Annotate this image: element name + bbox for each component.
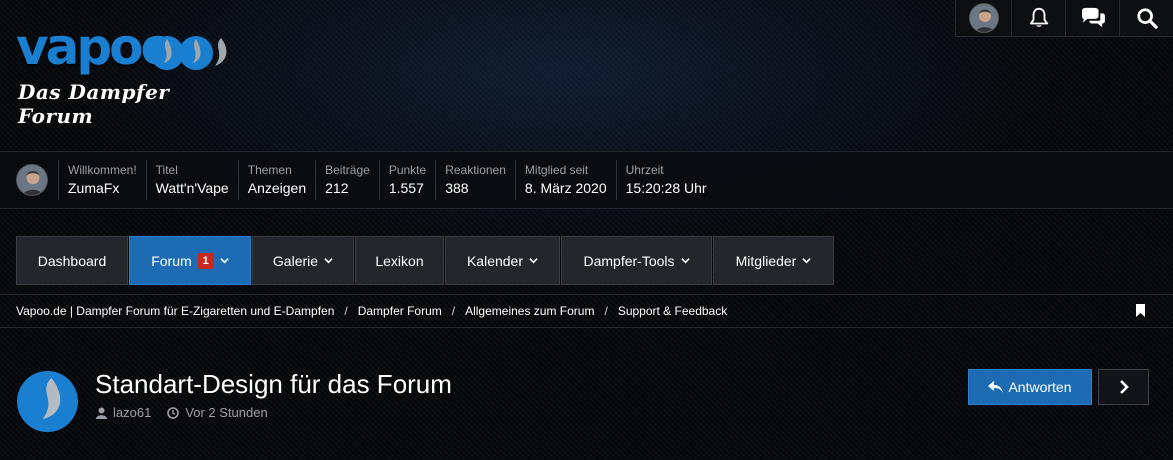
breadcrumb-item-dampfer-forum[interactable]: Dampfer Forum: [358, 304, 442, 318]
notification-badge: 1: [197, 252, 214, 269]
logo-tagline: Das Dampfer Forum: [18, 80, 170, 128]
avatar[interactable]: [16, 164, 48, 196]
nav-mitglieder[interactable]: Mitglieder: [713, 236, 834, 285]
site-logo[interactable]: vapoo Das Dampfer Forum: [16, 18, 227, 128]
breadcrumb-item-support[interactable]: Support & Feedback: [618, 304, 727, 318]
thread-title: Standart-Design für das Forum: [95, 369, 452, 399]
thread-meta: lazo61 Vor 2 Stunden: [96, 405, 284, 420]
reply-button[interactable]: Antworten: [968, 369, 1092, 405]
user-info-bar: Willkommen! ZumaFx Titel Watt'n'Vape The…: [0, 151, 1173, 209]
comments-icon: [1081, 7, 1105, 28]
nav-lexikon[interactable]: Lexikon: [355, 236, 444, 285]
userbar-reactions: Reaktionen 388: [435, 160, 515, 200]
thread-time: Vor 2 Stunden: [167, 405, 268, 420]
nav-dashboard[interactable]: Dashboard: [16, 236, 128, 285]
flame-logo-icon: [150, 36, 227, 70]
breadcrumb-separator: /: [451, 304, 456, 318]
avatar: [968, 3, 999, 33]
clock-icon: [167, 406, 180, 419]
thread-author[interactable]: lazo61: [96, 405, 151, 420]
logo-wordmark: vapoo: [16, 18, 175, 76]
search-icon: [1136, 8, 1158, 29]
username-link[interactable]: ZumaFx: [68, 178, 137, 198]
user-icon: [96, 407, 107, 419]
breadcrumb-item-home[interactable]: Vapoo.de | Dampfer Forum für E-Zigarette…: [16, 304, 334, 318]
bookmark-icon[interactable]: [1135, 304, 1146, 318]
nav-dampfer-tools[interactable]: Dampfer-Tools: [561, 236, 712, 285]
notifications-button[interactable]: [1011, 0, 1065, 37]
userbar-member-since: Mitglied seit 8. März 2020: [514, 160, 616, 200]
chevron-down-icon: [529, 258, 538, 264]
main-navigation: Dashboard Forum 1 Galerie Lexikon Kalend…: [16, 236, 835, 285]
breadcrumb: Vapoo.de | Dampfer Forum für E-Zigarette…: [0, 294, 1173, 328]
next-button[interactable]: [1098, 369, 1149, 405]
userbar-threads: Themen Anzeigen: [237, 160, 315, 200]
reply-icon: [988, 381, 1004, 393]
bell-icon: [1029, 7, 1048, 27]
breadcrumb-separator: /: [344, 304, 348, 318]
userbar-title: Titel Watt'n'Vape: [145, 160, 238, 200]
userbar-points: Punkte 1.557: [378, 160, 435, 200]
nav-kalender[interactable]: Kalender: [445, 236, 560, 285]
breadcrumb-separator: /: [604, 304, 608, 318]
user-menu-button[interactable]: [955, 0, 1011, 37]
chevron-down-icon: [802, 258, 812, 264]
userbar-posts: Beiträge 212: [315, 160, 379, 200]
chevron-right-icon: [1119, 380, 1129, 394]
threads-show-link[interactable]: Anzeigen: [248, 178, 306, 198]
userbar-time: Uhrzeit 15:20:28 Uhr: [615, 160, 716, 200]
breadcrumb-item-allgemeines[interactable]: Allgemeines zum Forum: [465, 304, 594, 318]
user-panel-icons: [955, 0, 1173, 37]
author-name: lazo61: [113, 405, 152, 420]
chevron-down-icon: [324, 258, 333, 264]
conversations-button[interactable]: [1065, 0, 1119, 37]
chevron-down-icon: [680, 258, 690, 264]
chevron-down-icon: [220, 258, 229, 264]
nav-forum[interactable]: Forum 1: [129, 236, 251, 285]
board-logo-icon: [16, 370, 79, 433]
userbar-welcome: Willkommen! ZumaFx: [58, 160, 146, 200]
search-button[interactable]: [1119, 0, 1173, 37]
time-text: Vor 2 Stunden: [185, 405, 268, 420]
nav-galerie[interactable]: Galerie: [252, 236, 354, 285]
